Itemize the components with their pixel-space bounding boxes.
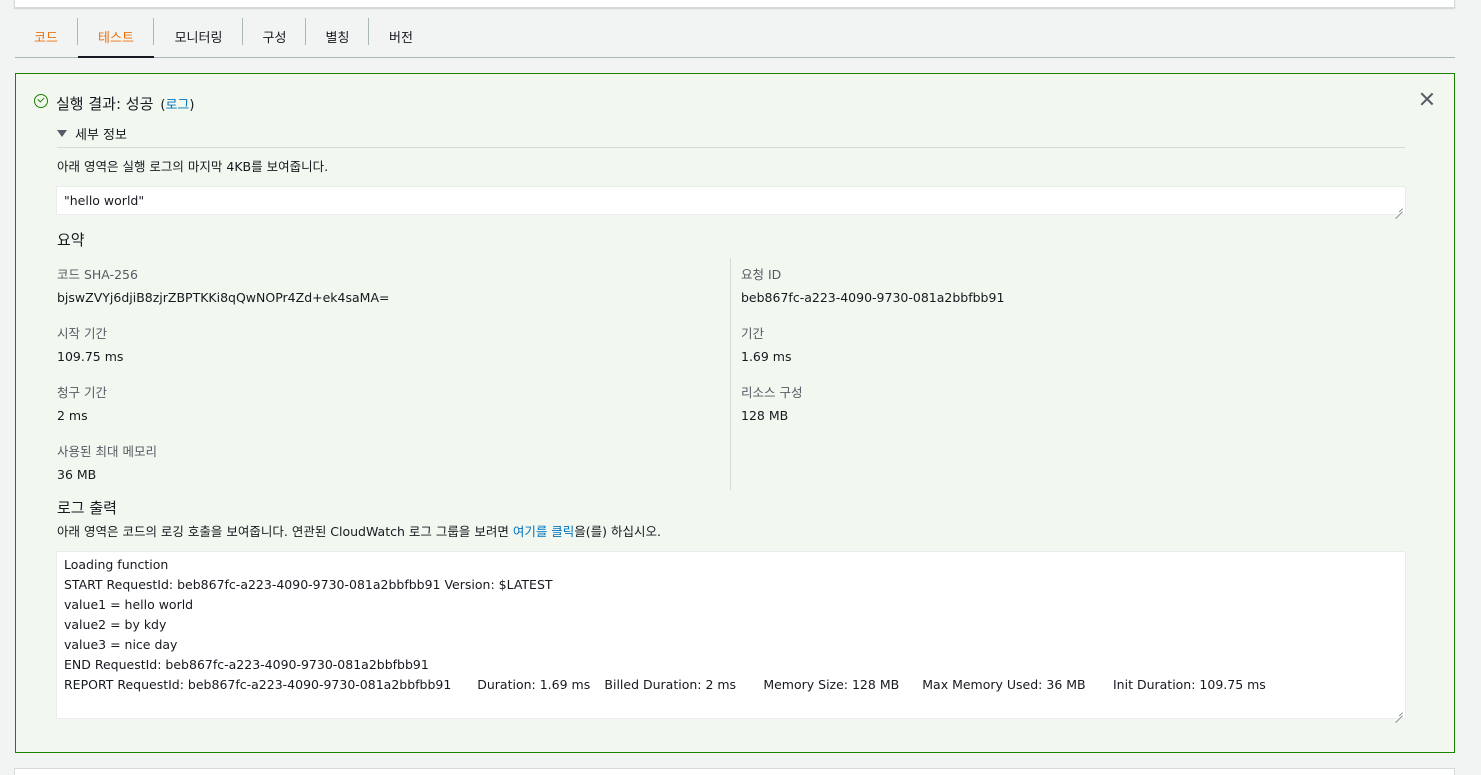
log-line: value1 = hello world: [64, 597, 194, 612]
result-title: 실행 결과: 성공: [56, 95, 154, 113]
max-memory-label: 사용된 최대 메모리: [57, 444, 157, 459]
details-label: 세부 정보: [75, 128, 127, 143]
log-paren-close: ): [189, 98, 195, 113]
log-line: END RequestId: beb867fc-a223-4090-9730-0…: [64, 657, 429, 672]
resize-handle-icon[interactable]: [1395, 204, 1403, 212]
tab-monitoring[interactable]: 모니터링: [154, 16, 243, 57]
tab-code[interactable]: 코드: [15, 16, 78, 57]
details-divider: [57, 147, 1405, 148]
billed-duration-field: 청구 기간 2 ms: [57, 382, 107, 423]
result-output-value: "hello world": [64, 193, 145, 208]
log-line: Loading function: [64, 557, 169, 572]
code-sha-field: 코드 SHA-256 bjswZVYj6djiB8zjrZBPTKKi8qQwN…: [57, 264, 389, 305]
tab-configuration-label: 구성: [262, 31, 287, 46]
log-output-title: 로그 출력: [57, 499, 117, 517]
request-id-label: 요청 ID: [741, 267, 782, 282]
tab-aliases[interactable]: 별칭: [306, 16, 369, 57]
resources-field: 리소스 구성 128 MB: [741, 382, 802, 423]
check-circle-icon: [34, 93, 48, 108]
cloudwatch-link[interactable]: 여기를 클릭: [513, 524, 574, 539]
duration-field: 기간 1.69 ms: [741, 323, 792, 364]
max-memory-value: 36 MB: [57, 467, 97, 482]
init-duration-field: 시작 기간 109.75 ms: [57, 323, 123, 364]
close-icon[interactable]: [1418, 90, 1436, 108]
log-line: START RequestId: beb867fc-a223-4090-9730…: [64, 577, 553, 592]
request-id-field: 요청 ID beb867fc-a223-4090-9730-081a2bbfbb…: [741, 264, 1004, 305]
tab-configuration[interactable]: 구성: [243, 16, 306, 57]
previous-panel-edge: [14, 0, 1455, 8]
log-line: value2 = by kdy: [64, 617, 167, 632]
tab-code-label: 코드: [34, 31, 58, 46]
log-link-group: (로그): [160, 94, 194, 113]
tab-versions[interactable]: 버전: [369, 16, 433, 57]
log-output-description: 아래 영역은 코드의 로깅 호출을 보여줍니다. 연관된 CloudWatch …: [57, 521, 661, 540]
summary-column-divider: [730, 258, 731, 490]
code-sha-label: 코드 SHA-256: [57, 267, 138, 282]
max-memory-field: 사용된 최대 메모리 36 MB: [57, 441, 157, 482]
resources-label: 리소스 구성: [741, 385, 803, 400]
summary-title: 요약: [57, 231, 85, 249]
tail-note: 아래 영역은 실행 로그의 마지막 4KB를 보여줍니다.: [57, 159, 329, 174]
log-line: value3 = nice day: [64, 637, 178, 652]
execution-result-alert: 실행 결과: 성공 (로그) 세부 정보 아래 영역은 실행 로그의 마지막 4…: [15, 73, 1455, 753]
log-desc-before: 아래 영역은 코드의 로깅 호출을 보여줍니다. 연관된 CloudWatch …: [57, 524, 513, 539]
init-duration-value: 109.75 ms: [57, 349, 124, 364]
tab-test[interactable]: 테스트: [78, 16, 154, 58]
resources-value: 128 MB: [741, 408, 789, 423]
log-line: REPORT RequestId: beb867fc-a223-4090-973…: [64, 677, 1266, 692]
duration-label: 기간: [741, 326, 765, 341]
tab-test-label: 테스트: [98, 31, 134, 46]
request-id-value: beb867fc-a223-4090-9730-081a2bbfbb91: [741, 290, 1005, 305]
result-output-box[interactable]: "hello world": [56, 186, 1406, 215]
tab-monitoring-label: 모니터링: [174, 31, 223, 46]
function-tabs: 코드 테스트 모니터링 구성 별칭 버전: [15, 16, 1455, 58]
next-panel-edge: [14, 768, 1455, 775]
details-expander[interactable]: 세부 정보: [57, 124, 127, 143]
billed-duration-label: 청구 기간: [57, 385, 107, 400]
code-sha-value: bjswZVYj6djiB8zjrZBPTKKi8qQwNOPr4Zd+ek4s…: [57, 290, 390, 305]
resize-handle-icon[interactable]: [1395, 708, 1403, 716]
billed-duration-value: 2 ms: [57, 408, 88, 423]
logs-link[interactable]: 로그: [165, 98, 189, 113]
result-header: 실행 결과: 성공 (로그): [34, 93, 194, 114]
caret-down-icon: [57, 130, 67, 137]
tab-aliases-label: 별칭: [325, 31, 350, 46]
init-duration-label: 시작 기간: [57, 326, 107, 341]
duration-value: 1.69 ms: [741, 349, 792, 364]
log-desc-after: 을(를) 하십시오.: [574, 524, 661, 539]
tab-versions-label: 버전: [389, 31, 413, 46]
log-output-box[interactable]: Loading function START RequestId: beb867…: [56, 551, 1406, 719]
